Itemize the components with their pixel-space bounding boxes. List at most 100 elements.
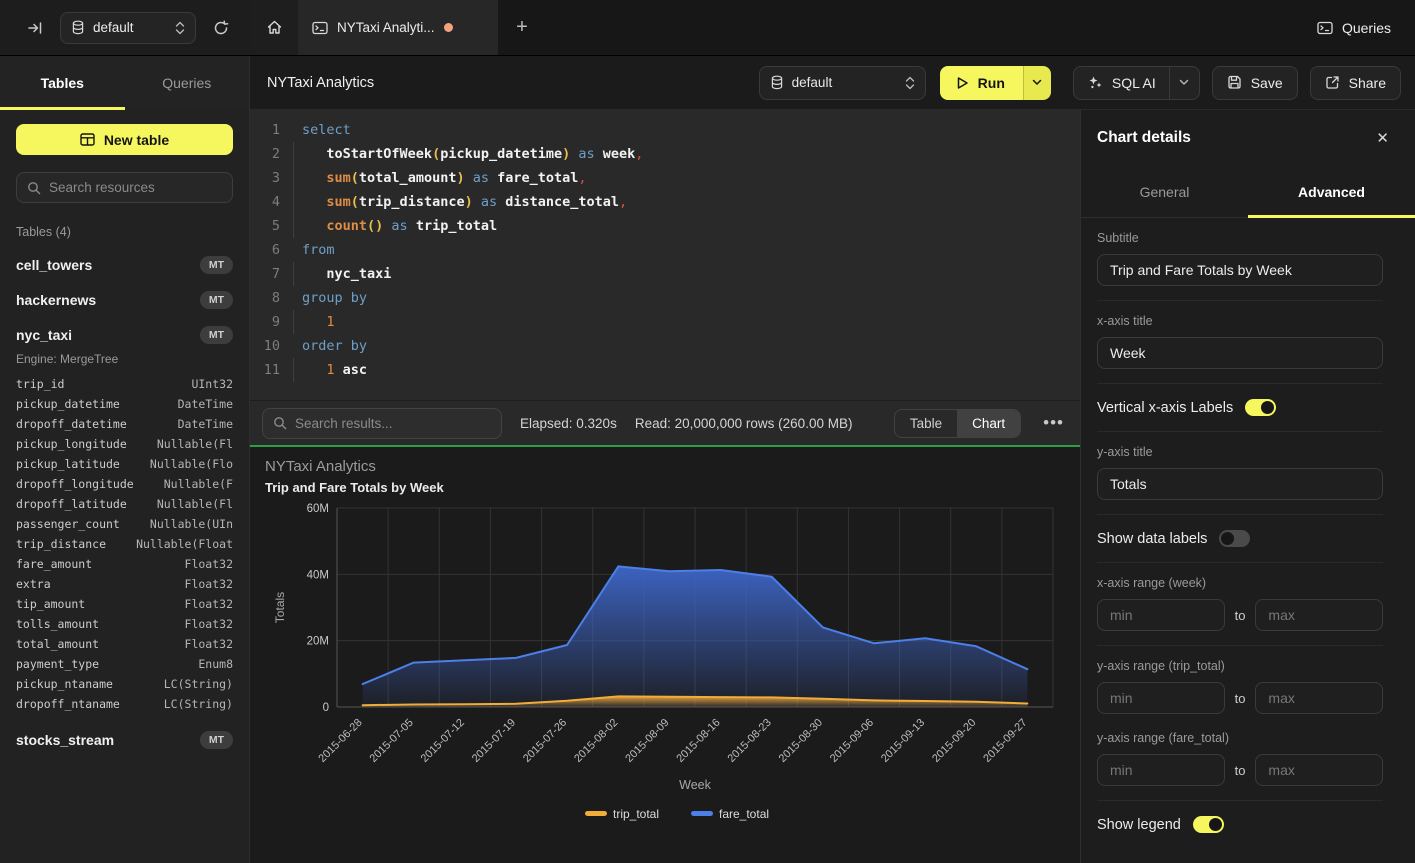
tables-list: cell_towersMThackernewsMTnyc_taxiMTEngin… (16, 256, 233, 749)
column-name: passenger_count (16, 514, 120, 534)
new-table-button[interactable]: New table (16, 124, 233, 155)
table-column-row: pickup_longitudeNullable(Fl (16, 434, 233, 454)
close-icon[interactable]: ✕ (1376, 129, 1389, 147)
code-line-content: 1 asc (293, 358, 367, 382)
save-button[interactable]: Save (1212, 66, 1298, 100)
x-tick-label: 2015-08-09 (623, 717, 671, 765)
new-tab-button[interactable]: + (498, 0, 546, 55)
table-name: hackernews (16, 292, 96, 308)
view-toggle-table[interactable]: Table (895, 410, 957, 437)
x-range-max-input[interactable] (1255, 599, 1383, 631)
line-number: 5 (250, 214, 280, 238)
table-column-row: payment_typeEnum8 (16, 654, 233, 674)
table-row[interactable]: nyc_taxiMT (16, 326, 233, 344)
area-chart[interactable]: 020M40M60MTotals2015-06-282015-07-052015… (250, 447, 1080, 863)
refresh-icon[interactable] (206, 13, 236, 43)
x-tick-label: 2015-06-28 (316, 717, 364, 765)
sql-editor[interactable]: 1select2 toStartOfWeek(pickup_datetime) … (250, 110, 1080, 400)
code-line-content: group by (293, 286, 367, 310)
show-legend-row: Show legend (1097, 801, 1383, 848)
database-selector[interactable]: default (60, 12, 196, 44)
subtitle-field-input[interactable] (1097, 254, 1383, 286)
x-axis-range-section: x-axis range (week) to (1097, 563, 1383, 646)
sidebar-tab-queries[interactable]: Queries (125, 56, 250, 110)
y-axis-range-fare-label: y-axis range (fare_total) (1097, 731, 1383, 745)
database-icon (770, 75, 784, 90)
column-name: dropoff_latitude (16, 494, 127, 514)
y-range-fare-min-input[interactable] (1097, 754, 1225, 786)
line-number: 2 (250, 142, 280, 166)
column-type: Float32 (185, 574, 233, 594)
column-type: Float32 (185, 614, 233, 634)
tab-nytaxi-analytics[interactable]: NYTaxi Analyti... (298, 0, 498, 55)
database-icon (71, 20, 85, 35)
table-row[interactable]: cell_towersMT (16, 256, 233, 274)
y-tick-label: 40M (307, 569, 329, 581)
sidebar-search[interactable] (16, 172, 233, 203)
tab-advanced[interactable]: Advanced (1248, 166, 1415, 217)
sidebar-tab-tables[interactable]: Tables (0, 56, 125, 110)
code-line-content: from (293, 238, 335, 262)
sql-ai-caret[interactable] (1169, 67, 1199, 99)
column-type: Enum8 (198, 654, 233, 674)
column-type: Float32 (185, 594, 233, 614)
vertical-x-labels-toggle[interactable] (1245, 399, 1276, 416)
legend-item-trip_total[interactable]: trip_total (585, 807, 659, 821)
results-search[interactable] (262, 408, 502, 439)
code-line: 9 1 (250, 310, 1080, 334)
queries-button[interactable]: Queries (1317, 20, 1391, 36)
ai-sparkle-icon (1088, 75, 1103, 90)
line-number: 9 (250, 310, 280, 334)
x-tick-label: 2015-07-12 (419, 717, 467, 765)
column-name: pickup_datetime (16, 394, 120, 414)
table-row[interactable]: stocks_stream MT (16, 731, 233, 749)
table-row[interactable]: hackernewsMT (16, 291, 233, 309)
y-axis-range-trip-section: y-axis range (trip_total) to (1097, 646, 1383, 718)
y-range-trip-max-input[interactable] (1255, 682, 1383, 714)
column-type: Nullable(Flo (150, 454, 233, 474)
legend-label-trip_total: trip_total (613, 807, 659, 821)
sql-ai-label: SQL AI (1112, 75, 1156, 91)
y-range-trip-min-input[interactable] (1097, 682, 1225, 714)
more-options-icon[interactable]: ••• (1039, 413, 1068, 433)
legend-item-fare_total[interactable]: fare_total (691, 807, 769, 821)
y-tick-label: 60M (307, 503, 329, 515)
x-tick-label: 2015-07-26 (521, 717, 569, 765)
show-data-labels-label: Show data labels (1097, 531, 1207, 547)
column-name: pickup_longitude (16, 434, 127, 454)
sub-header-row: Tables Queries NYTaxi Analytics default (0, 56, 1415, 110)
results-search-input[interactable] (295, 416, 491, 431)
line-number: 8 (250, 286, 280, 310)
home-button[interactable] (250, 0, 298, 55)
sql-ai-button[interactable]: SQL AI (1073, 66, 1200, 100)
x-axis-title-input[interactable] (1097, 337, 1383, 369)
code-line-content: sum(total_amount) as fare_total, (293, 166, 587, 190)
query-database-selector[interactable]: default (759, 66, 926, 100)
tab-general[interactable]: General (1081, 166, 1248, 217)
sidebar-search-input[interactable] (49, 180, 222, 195)
y-range-fare-max-input[interactable] (1255, 754, 1383, 786)
table-column-row: trip_distanceNullable(Float (16, 534, 233, 554)
table-column-row: extraFloat32 (16, 574, 233, 594)
view-toggle-chart[interactable]: Chart (957, 410, 1020, 437)
table-name: stocks_stream (16, 732, 114, 748)
show-legend-toggle[interactable] (1193, 816, 1224, 833)
x-range-min-input[interactable] (1097, 599, 1225, 631)
sidebar: New table Tables (4) cell_towersMThacker… (0, 110, 250, 863)
new-table-label: New table (104, 132, 169, 148)
run-options-caret[interactable] (1023, 66, 1051, 100)
collapse-sidebar-icon[interactable] (20, 13, 50, 43)
share-button[interactable]: Share (1310, 66, 1401, 100)
results-toolbar: Elapsed: 0.320s Read: 20,000,000 rows (2… (250, 400, 1080, 445)
top-bar: default NYTaxi Analyti... + (0, 0, 1415, 56)
y-axis-title-input[interactable] (1097, 468, 1383, 500)
run-button[interactable]: Run (940, 66, 1023, 100)
show-legend-label: Show legend (1097, 817, 1181, 833)
queries-button-label: Queries (1342, 20, 1391, 36)
save-button-label: Save (1251, 75, 1283, 91)
show-data-labels-row: Show data labels (1097, 515, 1383, 563)
show-data-labels-toggle[interactable] (1219, 530, 1250, 547)
table-column-row: fare_amountFloat32 (16, 554, 233, 574)
table-engine-badge: MT (200, 731, 233, 749)
code-line-content: 1 (293, 310, 335, 334)
